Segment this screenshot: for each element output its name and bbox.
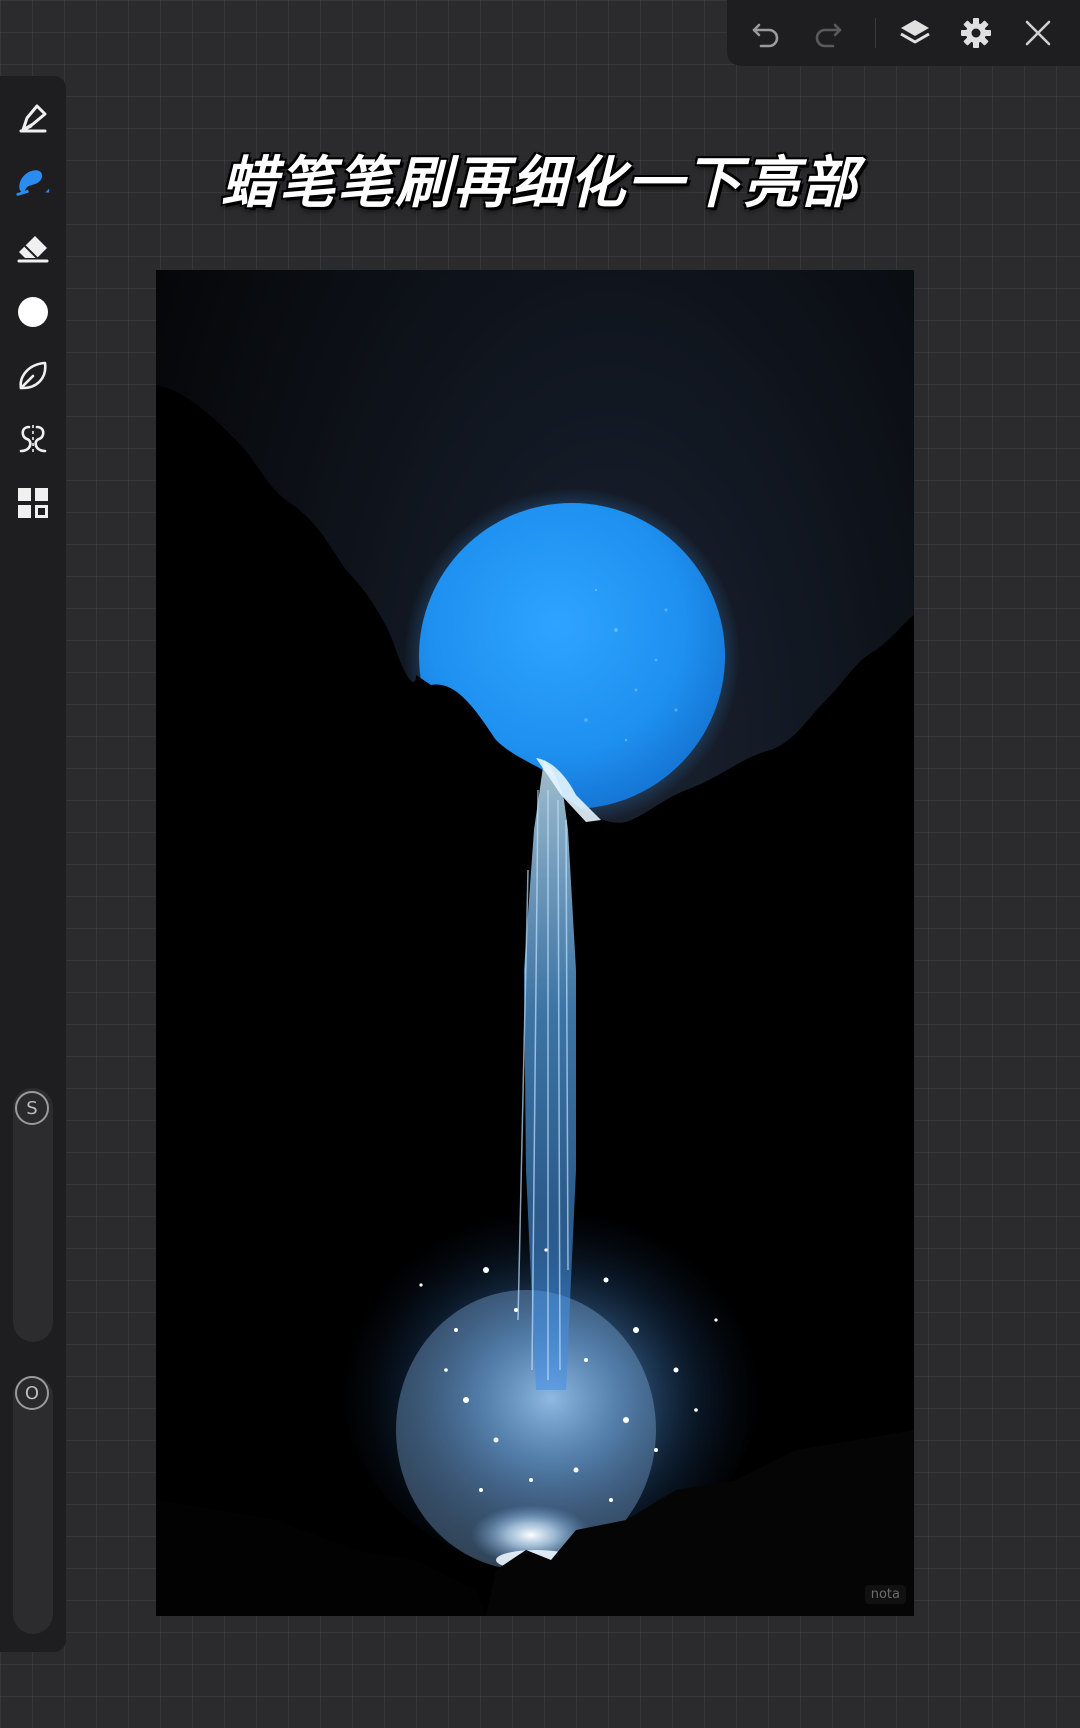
lasso-icon [19,361,47,390]
layers-button[interactable] [898,16,932,50]
pen-tool[interactable] [14,99,52,137]
artwork-illustration [156,270,914,1616]
gallery-tool[interactable] [14,484,52,522]
toolbar-divider [875,18,876,48]
close-icon [1025,20,1051,46]
canvas-watermark: nota [864,1585,906,1604]
top-toolbar [727,0,1080,66]
brush-size-knob[interactable]: S [15,1091,49,1125]
tool-sidebar: S O [0,76,66,1652]
color-icon [18,297,48,327]
eraser-icon [17,236,49,263]
layers-icon [900,20,930,44]
opacity-label: O [24,1382,40,1404]
drawing-canvas[interactable]: nota [156,270,914,1616]
lasso-tool[interactable] [14,357,52,395]
eraser-tool[interactable] [14,229,52,267]
symmetry-tool[interactable] [14,420,52,458]
symmetry-icon [19,425,47,453]
tutorial-caption: 蜡笔笔刷再细化一下亮部 [221,151,859,216]
redo-icon [815,23,842,48]
close-button[interactable] [1021,16,1055,50]
settings-icon [961,18,991,48]
pen-icon [19,104,47,133]
undo-icon [752,23,779,48]
gallery-icon [18,488,48,518]
settings-button[interactable] [959,16,993,50]
color-picker[interactable] [14,293,52,331]
opacity-knob[interactable]: O [15,1376,49,1410]
brush-size-slider[interactable] [13,1088,53,1342]
brush-size-label: S [26,1097,38,1119]
opacity-slider[interactable] [13,1376,53,1634]
redo-button[interactable] [811,16,845,50]
undo-button[interactable] [749,16,783,50]
